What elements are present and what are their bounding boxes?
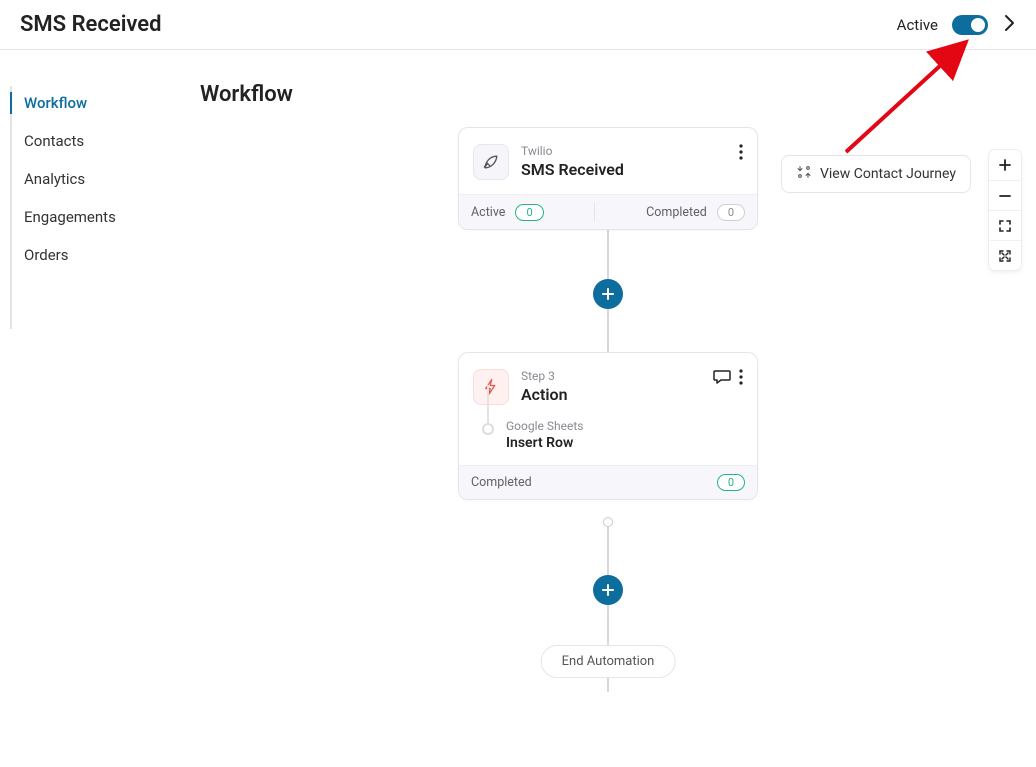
sidebar-item-analytics[interactable]: Analytics	[0, 160, 180, 198]
rocket-icon	[473, 144, 509, 180]
active-toggle[interactable]	[952, 15, 988, 35]
sidebar-item-workflow[interactable]: Workflow	[0, 84, 180, 122]
sidebar-item-label: Workflow	[24, 94, 87, 112]
sidebar-item-engagements[interactable]: Engagements	[0, 198, 180, 236]
workflow-node-trigger[interactable]: Twilio SMS Received Active 0	[458, 127, 758, 230]
bolt-icon	[473, 369, 509, 405]
sidebar-nav: Workflow Contacts Analytics Engagements …	[0, 50, 180, 767]
journey-icon	[796, 164, 812, 184]
header-controls: Active	[897, 13, 1016, 37]
node-title: Action	[521, 385, 701, 404]
workflow-node-action[interactable]: Step 3 Action	[458, 352, 758, 500]
stat-completed-label: Completed	[471, 475, 532, 490]
fit-to-screen-button[interactable]	[989, 240, 1021, 270]
substep-dot	[482, 423, 494, 435]
active-status-label: Active	[897, 16, 938, 34]
stat-active-label: Active	[471, 205, 505, 220]
add-step-button[interactable]	[593, 279, 623, 309]
page-title: SMS Received	[20, 12, 162, 37]
zoom-out-button[interactable]	[989, 180, 1021, 210]
stat-completed-label: Completed	[646, 205, 707, 220]
journey-button-label: View Contact Journey	[820, 166, 956, 182]
sidebar-item-contacts[interactable]: Contacts	[0, 122, 180, 160]
sidebar-item-label: Analytics	[24, 170, 85, 188]
divider	[594, 203, 595, 221]
app-header: SMS Received Active	[0, 0, 1036, 50]
substep-provider-label: Google Sheets	[506, 419, 583, 433]
sidebar-item-orders[interactable]: Orders	[0, 236, 180, 274]
comment-icon[interactable]	[713, 369, 731, 385]
toggle-knob	[971, 18, 985, 32]
node-step-label: Step 3	[521, 369, 701, 383]
substep-title: Insert Row	[506, 435, 583, 451]
end-automation-label: End Automation	[541, 645, 676, 678]
view-contact-journey-button[interactable]: View Contact Journey	[781, 155, 971, 193]
node-substep[interactable]: Google Sheets Insert Row	[473, 419, 743, 451]
workflow-canvas[interactable]: Twilio SMS Received Active 0	[200, 127, 1016, 767]
section-title: Workflow	[200, 82, 1016, 107]
zoom-in-button[interactable]	[989, 150, 1021, 180]
sidebar-item-label: Engagements	[24, 208, 116, 226]
node-title: SMS Received	[521, 160, 727, 179]
chevron-right-icon[interactable]	[1002, 13, 1016, 37]
add-step-button[interactable]	[593, 575, 623, 605]
sidebar-item-label: Orders	[24, 246, 69, 264]
connector-dot	[603, 517, 613, 527]
stat-completed-count: 0	[717, 204, 745, 221]
stat-completed-count: 0	[717, 474, 745, 491]
fullscreen-button[interactable]	[989, 210, 1021, 240]
sidebar-item-label: Contacts	[24, 132, 84, 150]
more-menu-icon[interactable]	[739, 144, 743, 160]
node-provider-label: Twilio	[521, 144, 727, 158]
more-menu-icon[interactable]	[739, 369, 743, 385]
zoom-controls	[989, 150, 1021, 270]
stat-active-count: 0	[515, 204, 543, 221]
